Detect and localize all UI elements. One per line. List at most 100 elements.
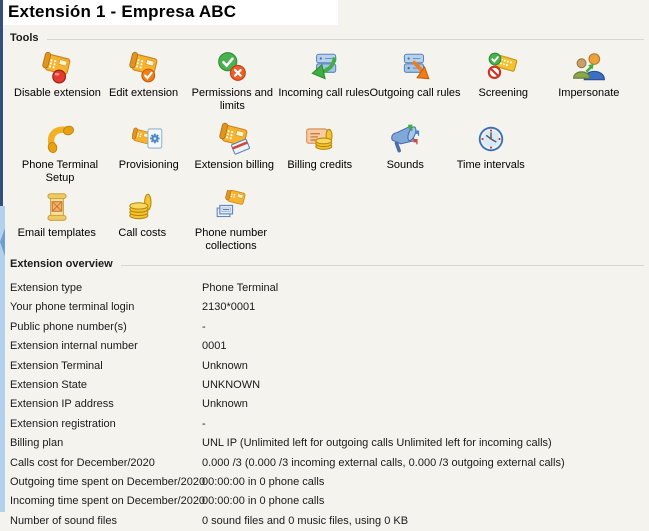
overview-section-label: Extension overview: [10, 258, 113, 270]
tool-label: Disable extension: [14, 87, 101, 100]
overview-label: Extension internal number: [10, 340, 138, 352]
overview-row-extension-state: Extension State UNKNOWN: [10, 376, 649, 395]
overview-value: UNL IP (Unlimited left for outgoing call…: [202, 437, 552, 449]
tool-phone-terminal-setup[interactable]: Phone Terminal Setup: [14, 117, 106, 185]
overview-label: Billing plan: [10, 437, 63, 449]
overview-value: 00:00:00 in 0 phone calls: [202, 476, 324, 488]
tool-sounds[interactable]: Sounds: [363, 117, 449, 185]
impersonate-icon: [572, 50, 606, 84]
overview-row-internal-number: Extension internal number 0001: [10, 337, 649, 356]
tools-row-3: Email templates Call costs: [14, 185, 649, 253]
frame-left-edge: [0, 0, 3, 206]
overview-label: Incoming time spent on December/2020: [10, 495, 205, 507]
overview-value: UNKNOWN: [202, 379, 260, 391]
tool-outgoing-call-rules[interactable]: Outgoing call rules: [369, 45, 460, 117]
page-title: Extensión 1 - Empresa ABC: [8, 2, 338, 22]
overview-label: Extension type: [10, 282, 82, 294]
tool-edit-extension[interactable]: Edit extension: [101, 45, 187, 117]
tool-label: Billing credits: [287, 159, 352, 172]
tool-extension-billing[interactable]: Extension billing: [192, 117, 278, 185]
overview-label: Outgoing time spent on December/2020: [10, 476, 205, 488]
overview-label: Extension registration: [10, 418, 116, 430]
sounds-icon: [388, 122, 422, 156]
tool-label: Permissions and limits: [186, 87, 278, 113]
tool-impersonate[interactable]: Impersonate: [546, 45, 632, 117]
tool-call-costs[interactable]: Call costs: [100, 185, 186, 253]
tool-billing-credits[interactable]: Billing credits: [277, 117, 363, 185]
tool-label: Incoming call rules: [278, 87, 369, 100]
tools-section-label: Tools: [10, 32, 39, 44]
overview-section-header: Extension overview: [0, 257, 649, 271]
overview-row-extension-type: Extension type Phone Terminal: [10, 279, 649, 298]
overview-label: Extension State: [10, 379, 87, 391]
overview-value: Unknown: [202, 360, 248, 372]
overview-row-billing-plan: Billing plan UNL IP (Unlimited left for …: [10, 434, 649, 453]
tool-label: Time intervals: [457, 159, 525, 172]
overview-label: Calls cost for December/2020: [10, 457, 155, 469]
time-intervals-icon: [474, 122, 508, 156]
tools-section-header: Tools: [0, 31, 649, 45]
overview-row-sound-files: Number of sound files 0 sound files and …: [10, 512, 649, 531]
tool-phone-number-collections[interactable]: Phone number collections: [185, 185, 277, 253]
phone-number-collections-icon: [214, 190, 248, 224]
tool-permissions-and-limits[interactable]: Permissions and limits: [186, 45, 278, 117]
overview-label: Extension IP address: [10, 398, 114, 410]
overview-row-extension-terminal: Extension Terminal Unknown: [10, 357, 649, 376]
tool-label: Email templates: [18, 227, 96, 240]
overview-value: 00:00:00 in 0 phone calls: [202, 495, 324, 507]
tool-label: Provisioning: [119, 159, 179, 172]
tool-label: Phone number collections: [185, 227, 277, 253]
overview-row-public-numbers: Public phone number(s) -: [10, 318, 649, 337]
overview-value: -: [202, 321, 206, 333]
overview-row-calls-cost: Calls cost for December/2020 0.000 /3 (0…: [10, 454, 649, 473]
email-templates-icon: [40, 190, 74, 224]
overview-value: Phone Terminal: [202, 282, 278, 294]
tools-row-1: Disable extension Edit extension: [14, 45, 649, 117]
incoming-call-rules-icon: [307, 50, 341, 84]
tool-label: Sounds: [387, 159, 424, 172]
overview-value: 0.000 /3 (0.000 /3 incoming external cal…: [202, 457, 565, 469]
overview-value: 0001: [202, 340, 226, 352]
tool-label: Screening: [479, 87, 529, 100]
tools-section-rule: [47, 39, 644, 40]
overview-row-incoming-time: Incoming time spent on December/2020 00:…: [10, 492, 649, 511]
edit-extension-icon: [127, 50, 161, 84]
overview-row-outgoing-time: Outgoing time spent on December/2020 00:…: [10, 473, 649, 492]
overview-value: Unknown: [202, 398, 248, 410]
call-costs-icon: [125, 190, 159, 224]
overview-value: 0 sound files and 0 music files, using 0…: [202, 515, 408, 527]
overview-label: Your phone terminal login: [10, 301, 134, 313]
tool-label: Call costs: [118, 227, 166, 240]
overview-section-rule: [121, 265, 644, 266]
phone-terminal-setup-icon: [43, 122, 77, 156]
tool-label: Outgoing call rules: [369, 87, 460, 100]
provisioning-icon: [132, 122, 166, 156]
tools-grid: Disable extension Edit extension: [0, 45, 649, 253]
screening-icon: [486, 50, 520, 84]
overview-label: Public phone number(s): [10, 321, 127, 333]
extension-overview-table: Extension type Phone Terminal Your phone…: [0, 271, 649, 531]
tool-label: Edit extension: [109, 87, 178, 100]
tool-screening[interactable]: Screening: [461, 45, 547, 117]
tools-row-2: Phone Terminal Setup: [14, 117, 649, 185]
overview-row-registration: Extension registration -: [10, 415, 649, 434]
overview-row-ip-address: Extension IP address Unknown: [10, 395, 649, 414]
page-title-bar: Extensión 1 - Empresa ABC: [0, 0, 338, 25]
overview-value: 2130*0001: [202, 301, 255, 313]
tool-provisioning[interactable]: Provisioning: [106, 117, 192, 185]
overview-label: Extension Terminal: [10, 360, 103, 372]
tool-email-templates[interactable]: Email templates: [14, 185, 100, 253]
tool-disable-extension[interactable]: Disable extension: [14, 45, 101, 117]
billing-credits-icon: [303, 122, 337, 156]
tool-time-intervals[interactable]: Time intervals: [448, 117, 534, 185]
disable-extension-icon: [40, 50, 74, 84]
tool-incoming-call-rules[interactable]: Incoming call rules: [278, 45, 369, 117]
overview-row-terminal-login: Your phone terminal login 2130*0001: [10, 298, 649, 317]
outgoing-call-rules-icon: [398, 50, 432, 84]
tool-label: Phone Terminal Setup: [14, 159, 106, 185]
tool-label: Extension billing: [195, 159, 275, 172]
overview-value: -: [202, 418, 206, 430]
extension-billing-icon: [217, 122, 251, 156]
overview-label: Number of sound files: [10, 515, 117, 527]
tool-label: Impersonate: [558, 87, 619, 100]
